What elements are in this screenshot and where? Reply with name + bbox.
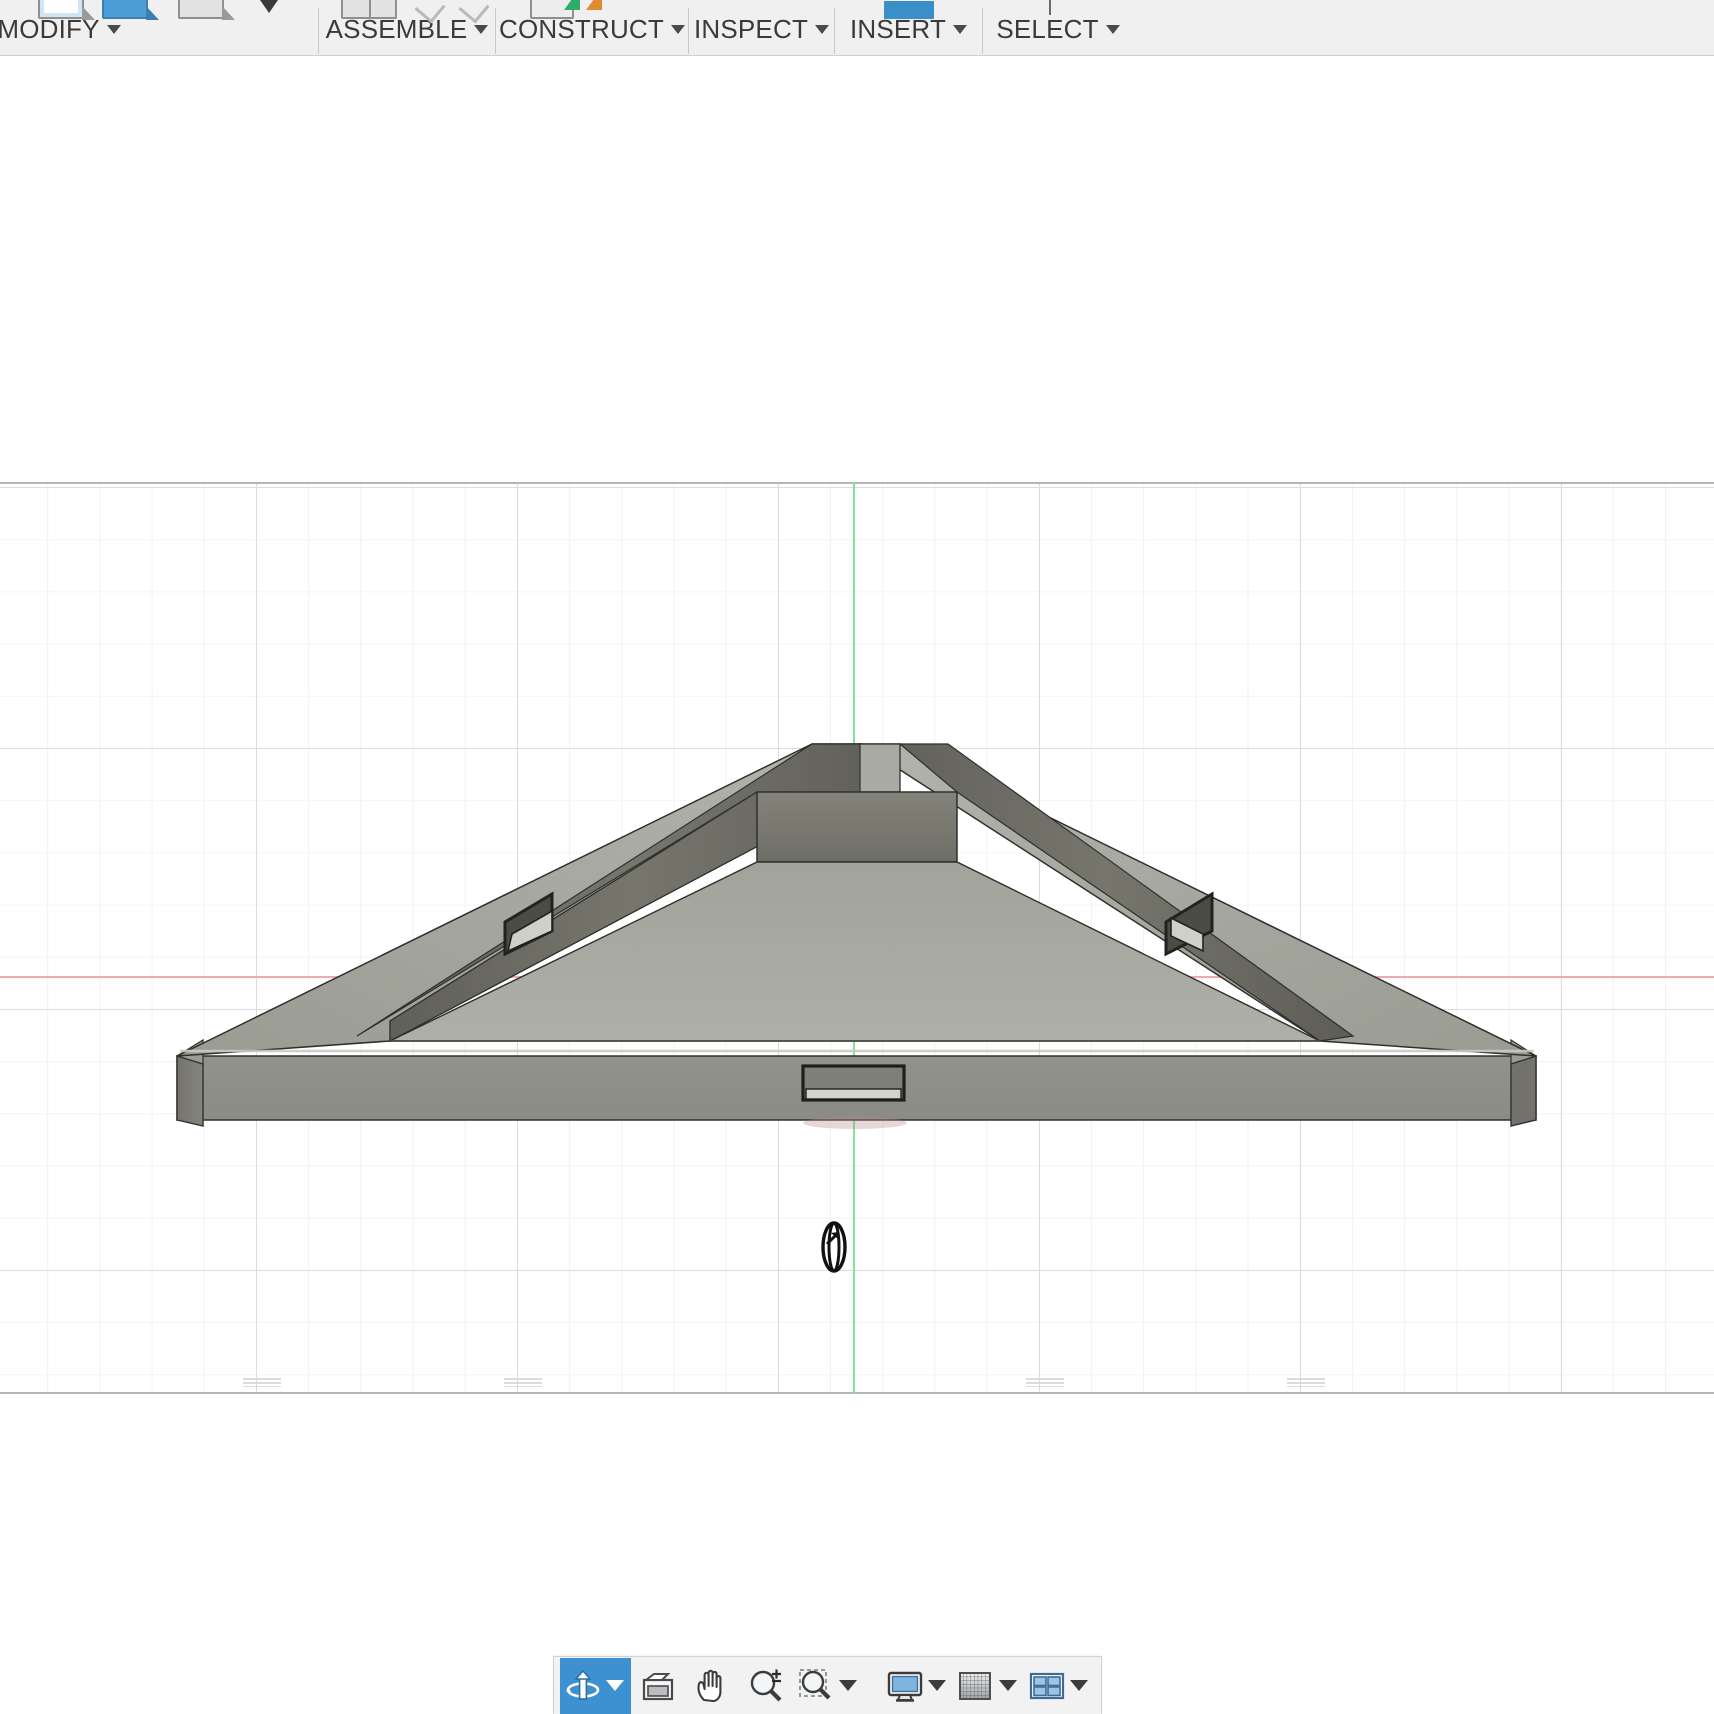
chevron-down-icon[interactable] — [474, 25, 488, 34]
ribbon-label-inspect[interactable]: INSPECT — [694, 14, 829, 55]
ribbon-label-modify[interactable]: MODIFY — [0, 14, 121, 55]
chevron-down-icon[interactable] — [953, 25, 967, 34]
navbar-button-viewports[interactable] — [1024, 1658, 1095, 1714]
ribbon-group-modify-icons — [0, 0, 318, 19]
navigation-toolbar — [553, 1656, 1102, 1714]
front-face-slot — [803, 1066, 904, 1100]
ribbon-group-assemble[interactable]: ASSEMBLE — [319, 0, 495, 55]
display-icon — [885, 1666, 925, 1706]
ribbon-group-construct[interactable]: CONSTRUCT — [496, 0, 688, 55]
ribbon-group-insert-icons — [835, 0, 982, 19]
shell-icon[interactable] — [178, 0, 224, 19]
fillet-icon[interactable] — [102, 0, 148, 19]
look-at-icon — [638, 1666, 678, 1706]
ribbon-label-select[interactable]: SELECT — [996, 14, 1119, 55]
navbar-button-zoom-window[interactable] — [793, 1658, 864, 1714]
ribbon-group-insert[interactable]: INSERT — [835, 0, 982, 55]
ribbon-group-select[interactable]: SELECT — [983, 0, 1133, 55]
new-component-icon[interactable] — [341, 0, 397, 19]
ribbon-group-select-icons — [983, 0, 1133, 19]
navbar-button-orbit[interactable] — [560, 1658, 631, 1714]
model-back-wall — [757, 792, 957, 862]
display-settings-dropdown-caret-icon[interactable] — [928, 1680, 946, 1691]
model-ground-shadow — [803, 1117, 907, 1129]
navbar-button-pan[interactable] — [685, 1658, 739, 1714]
pan-hand-icon — [692, 1666, 732, 1706]
navbar-button-look-at[interactable] — [631, 1658, 685, 1714]
orbit-cursor — [816, 1219, 852, 1275]
ribbon-group-inspect[interactable]: INSPECT — [689, 0, 834, 55]
fusion360-window: MODIFY ASSEMBLE CON — [0, 0, 1714, 1714]
zoom-window-dropdown-caret-icon[interactable] — [839, 1680, 857, 1691]
ribbon-toolbar: MODIFY ASSEMBLE CON — [0, 0, 1714, 56]
orbit-dropdown-caret-icon[interactable] — [606, 1680, 624, 1691]
viewports-icon — [1027, 1666, 1067, 1706]
ribbon-label-inspect-text: INSPECT — [694, 14, 808, 45]
press-pull-icon[interactable] — [38, 0, 84, 19]
modify-overflow-caret-icon[interactable] — [258, 0, 280, 13]
offset-plane-icon[interactable] — [530, 0, 574, 19]
zoom-icon — [746, 1666, 786, 1706]
grid-icon — [956, 1666, 996, 1706]
ribbon-group-assemble-icons — [319, 0, 495, 19]
ribbon-group-modify[interactable]: MODIFY — [0, 0, 318, 55]
chevron-down-icon[interactable] — [107, 25, 121, 34]
ribbon-label-construct[interactable]: CONSTRUCT — [499, 14, 685, 55]
viewport-canvas[interactable] — [0, 56, 1714, 1714]
model-triangular-corner-tray[interactable] — [0, 56, 1714, 1714]
grid-snaps-dropdown-caret-icon[interactable] — [999, 1680, 1017, 1691]
navbar-button-display-settings[interactable] — [882, 1658, 953, 1714]
orbit-icon — [563, 1666, 603, 1706]
zoom-window-icon — [796, 1666, 836, 1706]
navbar-button-zoom[interactable] — [739, 1658, 793, 1714]
ribbon-group-construct-icons — [496, 0, 688, 19]
select-cursor-icon[interactable] — [1045, 0, 1071, 19]
axis-icon — [586, 0, 602, 10]
insert-derive-icon[interactable] — [884, 1, 934, 19]
viewports-dropdown-caret-icon[interactable] — [1070, 1680, 1088, 1691]
ribbon-label-assemble[interactable]: ASSEMBLE — [326, 14, 489, 55]
chevron-down-icon[interactable] — [1106, 25, 1120, 34]
navbar-button-grid-snaps[interactable] — [953, 1658, 1024, 1714]
chevron-down-icon[interactable] — [671, 25, 685, 34]
ribbon-label-insert[interactable]: INSERT — [850, 14, 967, 55]
chevron-down-icon[interactable] — [815, 25, 829, 34]
